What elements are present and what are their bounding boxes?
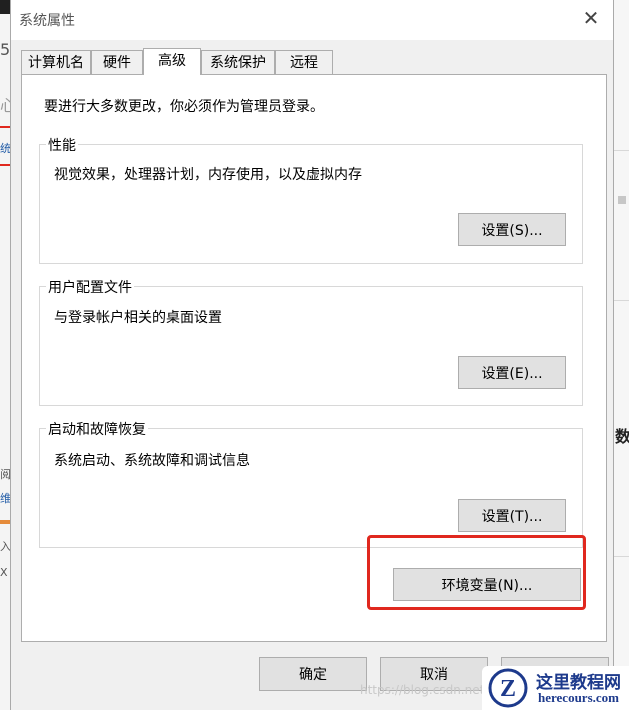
logo-z-icon: Z [488,668,528,708]
background-text-fragment: 5 [0,40,11,59]
tab-hardware[interactable]: 硬件 [91,50,143,74]
startup-recovery-group: 启动和故障恢复 系统启动、系统故障和调试信息 设置(T)... [39,419,583,548]
background-text-fragment: X [0,566,8,579]
ok-button[interactable]: 确定 [259,657,367,691]
logo-english-text: herecours.com [538,690,619,705]
group-title: 启动和故障恢复 [46,419,148,439]
dialog-title: 系统属性 [19,13,75,29]
background-dark-strip [0,0,10,14]
tab-label: 远程 [290,55,318,71]
background-orange-bar [0,520,10,524]
tab-system-protection[interactable]: 系统保护 [201,50,275,74]
title-bar[interactable]: 系统属性 ✕ [11,0,613,40]
background-divider [614,150,629,151]
background-divider [618,196,626,204]
background-divider [614,300,629,301]
performance-group: 性能 视觉效果，处理器计划，内存使用，以及虚拟内存 设置(S)... [39,135,583,264]
tab-label: 计算机名 [28,55,84,71]
performance-settings-button[interactable]: 设置(S)... [458,213,566,246]
tab-label: 高级 [158,53,186,69]
cancel-button-label: 取消 [420,667,448,683]
close-button[interactable]: ✕ [569,0,613,36]
group-description: 与登录帐户相关的桌面设置 [54,310,222,326]
group-description: 视觉效果，处理器计划，内存使用，以及虚拟内存 [54,167,362,183]
tab-label: 系统保护 [210,55,266,71]
tab-advanced[interactable]: 高级 [143,48,201,75]
watermark-text: https://blog.csdn.net [360,683,485,697]
background-window-right: 数 [614,0,629,710]
group-title: 性能 [46,135,78,155]
startup-recovery-settings-button[interactable]: 设置(T)... [458,499,566,532]
group-description: 系统启动、系统故障和调试信息 [54,453,250,469]
tab-computer-name[interactable]: 计算机名 [21,50,91,74]
background-divider [614,556,629,557]
tab-remote[interactable]: 远程 [275,50,333,74]
background-text-fragment: 数 [615,427,629,446]
tab-label: 硬件 [103,55,131,71]
user-profiles-group: 用户配置文件 与登录帐户相关的桌面设置 设置(E)... [39,277,583,406]
admin-note: 要进行大多数更改，你必须作为管理员登录。 [44,99,324,115]
background-window-left: 5 心 统 阅 维 入 X [0,0,16,710]
group-title: 用户配置文件 [46,277,134,297]
annotation-highlight-box [367,535,586,610]
close-icon: ✕ [582,6,600,30]
site-logo: Z 这里教程网 herecours.com [482,666,629,710]
logo-letter: Z [500,676,516,702]
user-profiles-settings-button[interactable]: 设置(E)... [458,356,566,389]
